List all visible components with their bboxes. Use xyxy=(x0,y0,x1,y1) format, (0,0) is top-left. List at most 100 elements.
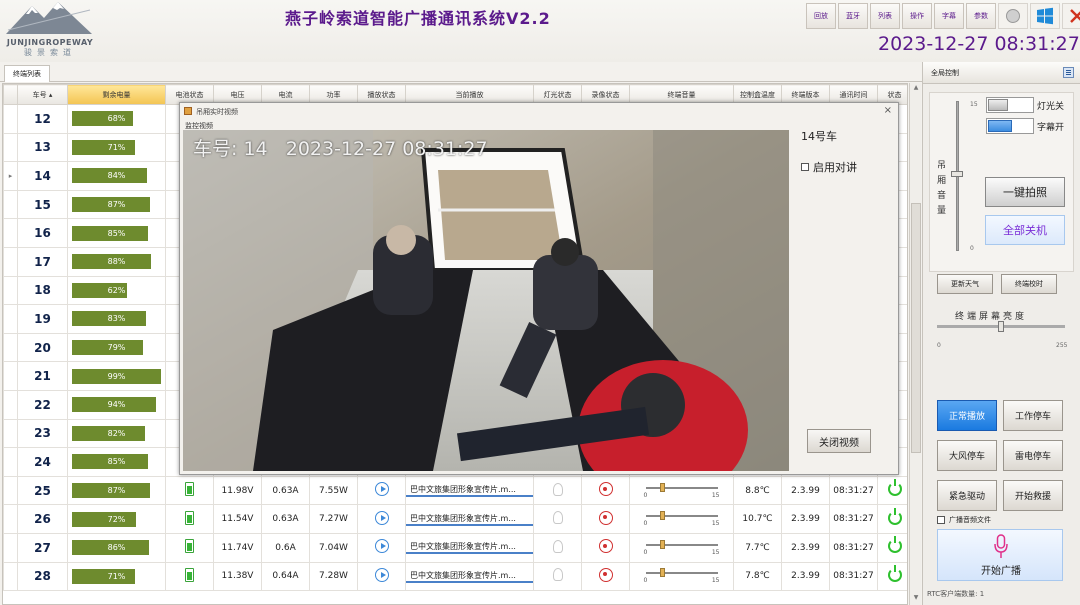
play-icon[interactable] xyxy=(374,539,389,554)
row-selector[interactable] xyxy=(3,361,18,391)
app-window: JUNJINGROPEWAY 骏景索道 燕子岭索道智能广播通讯系统V2.2 回放… xyxy=(0,0,1080,605)
row-selector[interactable] xyxy=(3,561,18,592)
table-row[interactable]: 26 72% 11.54V 0.63A 7.27W 巴中文旅集团形象宣传片.m... 0 15… xyxy=(3,504,907,534)
battery-charging-icon xyxy=(185,567,194,582)
row-selector[interactable] xyxy=(3,104,18,134)
mode-thunder-stop-button[interactable]: 雷电停车 xyxy=(1003,440,1063,471)
power-icon[interactable] xyxy=(887,564,902,582)
circle-icon[interactable] xyxy=(998,3,1028,29)
col-battery-header[interactable]: 剩余电量 xyxy=(67,84,166,105)
control-box-temp: 8.8℃ xyxy=(733,475,782,506)
light-toggle[interactable] xyxy=(986,97,1034,113)
mode-emergency-drive-button[interactable]: 紧急驱动 xyxy=(937,480,997,511)
battery-status-cell xyxy=(165,561,214,592)
record-icon[interactable] xyxy=(598,510,613,525)
volume-thumb[interactable] xyxy=(659,482,665,492)
play-icon[interactable] xyxy=(374,567,389,582)
table-row[interactable]: 27 86% 11.74V 0.6A 7.04W 巴中文旅集团形象宣传片.m... 0 15 7… xyxy=(3,532,907,563)
power-icon[interactable] xyxy=(887,536,902,554)
table-row[interactable]: 25 87% 11.98V 0.63A 7.55W 巴中文旅集团形象宣传片.m... 0 15… xyxy=(3,475,907,506)
play-icon[interactable] xyxy=(374,510,389,525)
light-bulb-icon[interactable] xyxy=(552,482,563,496)
tab-terminal-list[interactable]: 终端列表 xyxy=(4,65,50,82)
battery-text: 79% xyxy=(107,343,126,353)
broadcast-files-toggle[interactable]: 广播音频文件 xyxy=(937,515,991,525)
mode-work-stop-button[interactable]: 工作停车 xyxy=(1003,400,1063,431)
battery-text: 87% xyxy=(107,486,126,496)
record-icon[interactable] xyxy=(598,567,613,582)
logo-chinese: 骏景索道 xyxy=(24,48,76,57)
dialog-close-icon[interactable]: × xyxy=(884,105,892,116)
scroll-up-icon[interactable]: ▲ xyxy=(911,84,921,94)
cabin-volume-thumb[interactable] xyxy=(951,171,963,177)
scrollbar-thumb[interactable] xyxy=(911,203,921,453)
row-selector[interactable] xyxy=(3,418,18,449)
brightness-thumb[interactable] xyxy=(998,321,1004,332)
row-selector[interactable] xyxy=(3,447,18,477)
volume-thumb[interactable] xyxy=(659,511,665,521)
mode-normal-play-button[interactable]: 正常播放 xyxy=(937,400,997,431)
list-button[interactable]: 列表 xyxy=(870,3,900,29)
close-icon[interactable] xyxy=(1062,3,1080,29)
car-number: 18 xyxy=(17,275,68,306)
col-car-header[interactable]: 车号 ▴ xyxy=(17,84,68,105)
light-bulb-icon[interactable] xyxy=(552,539,563,553)
bluetooth-button[interactable]: 蓝牙 xyxy=(838,3,868,29)
row-selector[interactable] xyxy=(3,132,18,163)
intercom-toggle[interactable]: 启用对讲 xyxy=(801,159,857,175)
row-selector[interactable] xyxy=(3,532,18,563)
row-selector[interactable] xyxy=(3,332,18,363)
terminal-calibrate-button[interactable]: 终端校时 xyxy=(1001,274,1057,294)
row-selector[interactable] xyxy=(3,304,18,334)
row-selector[interactable] xyxy=(3,275,18,306)
dialog-app-icon xyxy=(184,107,192,115)
col-car-label: 车号 xyxy=(32,90,47,99)
table-row[interactable]: 28 71% 11.38V 0.64A 7.28W 巴中文旅集团形象宣传片.m... 0 15… xyxy=(3,561,907,592)
record-icon[interactable] xyxy=(598,482,613,497)
power-icon[interactable] xyxy=(887,479,902,497)
car-number: 23 xyxy=(17,418,68,449)
intercom-checkbox[interactable] xyxy=(801,163,809,171)
subtitle-toggle-knob xyxy=(988,120,1012,132)
row-selector[interactable] xyxy=(3,389,18,420)
playback-button[interactable]: 回放 xyxy=(806,3,836,29)
row-selector[interactable] xyxy=(3,218,18,248)
start-broadcast-button[interactable]: 开始广播 xyxy=(937,529,1063,581)
broadcast-files-checkbox[interactable] xyxy=(937,516,945,524)
terminal-volume-slider[interactable]: 0 15 xyxy=(642,566,722,586)
shutdown-all-button[interactable]: 全部关机 xyxy=(985,215,1065,245)
mode-start-rescue-button[interactable]: 开始救援 xyxy=(1003,480,1063,511)
row-selector[interactable] xyxy=(3,246,18,277)
light-toggle-label: 灯光关 xyxy=(1037,102,1065,112)
windows-icon[interactable] xyxy=(1030,3,1060,29)
row-selector[interactable] xyxy=(3,504,18,534)
battery-charging-icon xyxy=(185,510,194,525)
scroll-down-icon[interactable]: ▼ xyxy=(911,594,921,604)
operate-button[interactable]: 操作 xyxy=(902,3,932,29)
snapshot-all-button[interactable]: 一键拍照 xyxy=(985,177,1065,207)
update-weather-button[interactable]: 更新天气 xyxy=(937,274,993,294)
row-selector[interactable]: ▸ xyxy=(3,161,18,191)
terminal-volume-slider[interactable]: 0 15 xyxy=(642,509,722,529)
play-icon[interactable] xyxy=(374,482,389,497)
record-icon[interactable] xyxy=(598,539,613,554)
close-video-button[interactable]: 关闭视频 xyxy=(807,429,871,453)
subtitle-toggle[interactable] xyxy=(986,118,1034,134)
power-icon[interactable] xyxy=(887,507,902,525)
row-selector[interactable] xyxy=(3,189,18,220)
row-selector[interactable] xyxy=(3,475,18,506)
terminal-volume-slider[interactable]: 0 15 xyxy=(642,481,722,501)
volume-thumb[interactable] xyxy=(659,539,665,549)
battery-cell: 83% xyxy=(67,304,166,334)
terminal-volume-slider[interactable]: 0 15 xyxy=(642,538,722,558)
params-button[interactable]: 参数 xyxy=(966,3,996,29)
mode-wind-stop-button[interactable]: 大风停车 xyxy=(937,440,997,471)
table-scrollbar[interactable]: ▲ ▼ xyxy=(909,83,921,605)
volume-cell: 0 15 xyxy=(629,475,734,506)
subtitle-button[interactable]: 字幕 xyxy=(934,3,964,29)
light-bulb-icon[interactable] xyxy=(552,568,563,582)
car-number: 22 xyxy=(17,389,68,420)
menu-icon[interactable] xyxy=(1063,67,1074,78)
volume-thumb[interactable] xyxy=(659,568,665,578)
light-bulb-icon[interactable] xyxy=(552,511,563,525)
